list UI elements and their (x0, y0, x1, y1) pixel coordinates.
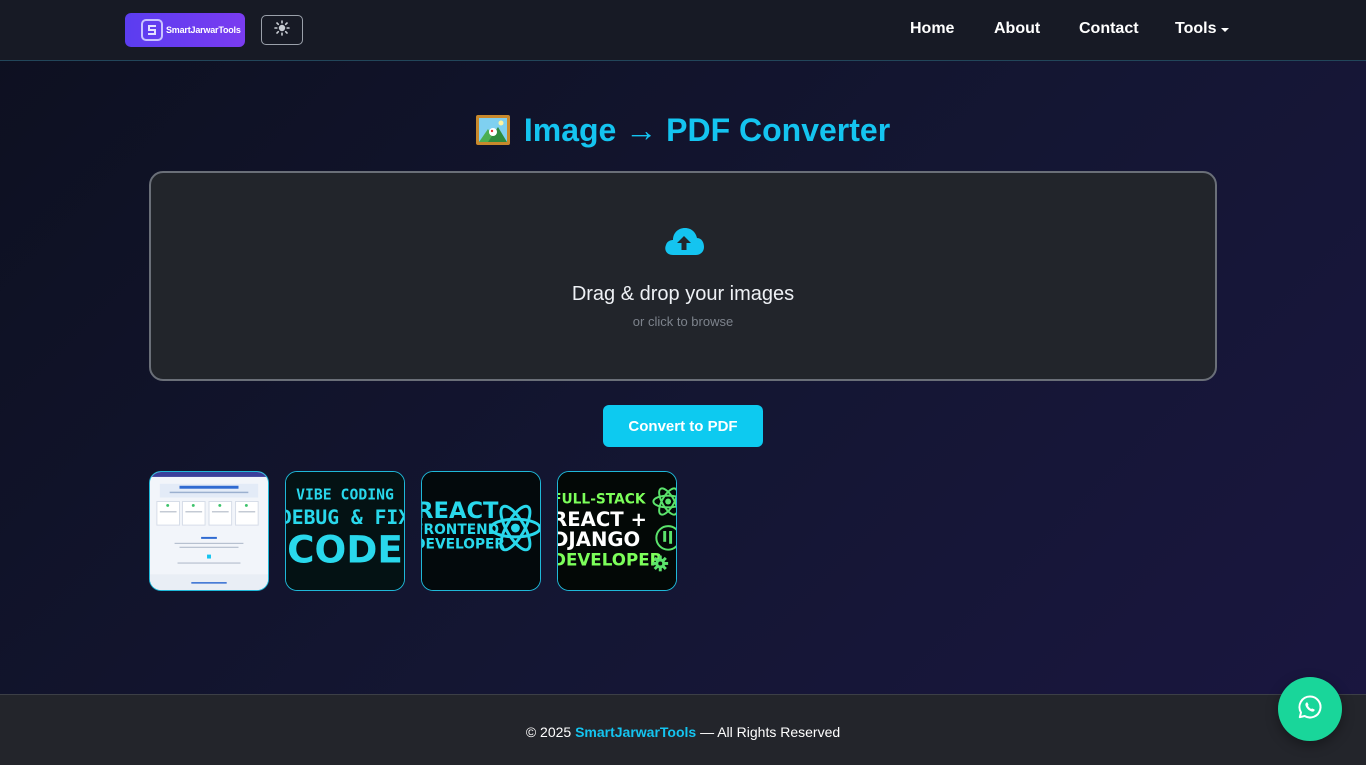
brand-logo-button[interactable]: SmartJarwarTools (125, 13, 245, 47)
gear-icon (652, 555, 669, 572)
nav-home[interactable]: Home (910, 20, 954, 38)
nav-tools-dropdown[interactable]: Tools (1175, 20, 1230, 38)
navbar: SmartJarwarTools Home About Contact Tool… (0, 0, 1366, 61)
nav-contact[interactable]: Contact (1079, 20, 1139, 38)
footer-brand-link[interactable]: SmartJarwarTools (575, 724, 696, 740)
image-thumbnail[interactable] (149, 471, 269, 591)
footer-rights: — All Rights Reserved (696, 724, 841, 740)
whatsapp-icon (1297, 694, 1323, 725)
dropzone-subtitle: or click to browse (632, 314, 734, 329)
image-thumbnail[interactable]: VIBE CODING DEBUG & FIX CODE (285, 471, 405, 591)
footer-copyright: © 2025 (525, 724, 576, 740)
image-thumbnail[interactable]: REACT FRONTEND DEVELOPER (421, 471, 541, 591)
footer: © 2025 SmartJarwarTools — All Rights Res… (0, 694, 1366, 765)
framed-picture-icon (475, 115, 510, 145)
sun-icon (274, 19, 290, 41)
image-thumbnail[interactable]: FULL-STACK REACT + DJANGO DEVELOPER (557, 471, 677, 591)
brand-name: SmartJarwarTools (166, 25, 241, 35)
thumbnail-caption: CODE (287, 527, 403, 571)
convert-to-pdf-button[interactable]: Convert to PDF (603, 405, 763, 447)
theme-toggle-button[interactable] (261, 15, 303, 45)
thumbnail-caption: DEVELOPER (558, 549, 663, 569)
thumbnail-caption: REACT (422, 498, 499, 524)
thumbnail-caption: DEBUG & FIX (286, 506, 404, 529)
image-dropzone[interactable]: Drag & drop your images or click to brow… (149, 171, 1217, 381)
thumbnail-caption: DJANGO (558, 528, 640, 551)
thumbnail-caption: VIBE CODING (296, 487, 394, 504)
page-title: Image → PDF Converter (0, 110, 1366, 150)
cloud-upload-icon (663, 225, 705, 259)
caret-down-icon (1221, 27, 1230, 32)
whatsapp-chat-button[interactable] (1278, 677, 1342, 741)
thumbnail-caption: FRONTEND (422, 522, 499, 538)
dropzone-title: Drag & drop your images (571, 283, 795, 305)
thumbnail-caption: FULL-STACK (558, 491, 647, 507)
nav-tools-label: Tools (1175, 20, 1217, 37)
brand-s-icon (141, 19, 163, 41)
page-title-text: Image → PDF Converter (523, 111, 891, 148)
nav-about[interactable]: About (994, 20, 1040, 38)
thumbnail-caption: DEVELOPER (422, 537, 505, 553)
